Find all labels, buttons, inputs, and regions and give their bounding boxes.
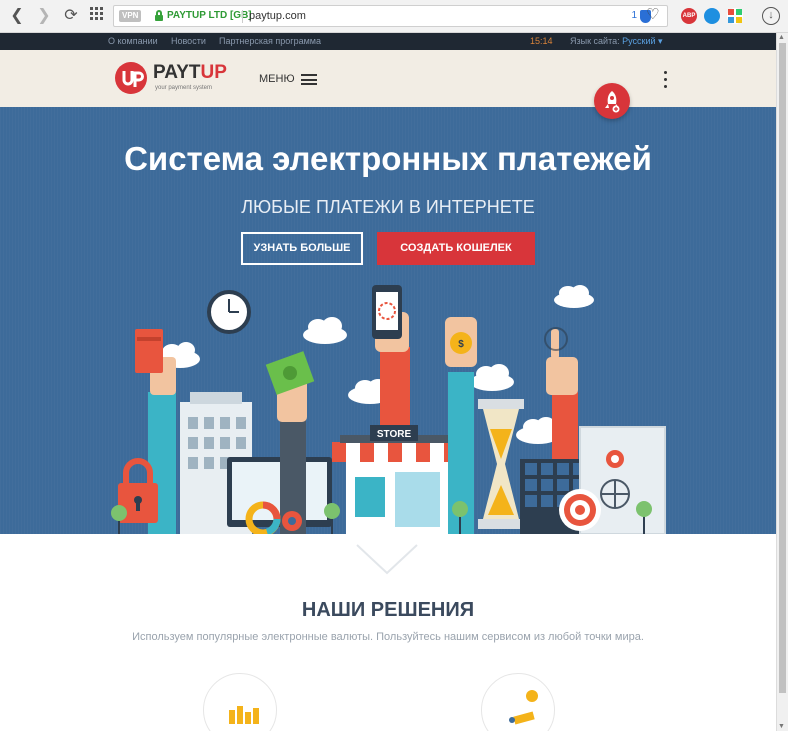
url-text[interactable]: paytup.com: [249, 9, 306, 23]
topbar-link-about[interactable]: О компании: [108, 36, 158, 47]
store-sign: STORE: [377, 429, 412, 440]
solutions-title: НАШИ РЕШЕНИЯ: [301, 599, 475, 621]
hero-subtitle: ЛЮБЫЕ ПЛАТЕЖИ В ИНТЕРНЕТЕ: [241, 197, 535, 217]
back-icon[interactable]: ❮: [8, 7, 26, 25]
topbar-clock: 15:14: [530, 36, 553, 46]
store-building: STORE: [332, 425, 466, 534]
scrollbar-thumb[interactable]: [779, 43, 786, 693]
extension-badge-count: 1: [631, 10, 637, 21]
coin-exchange-icon: [509, 690, 538, 725]
more-options-icon[interactable]: [663, 71, 668, 88]
paytup-logo-icon[interactable]: [115, 62, 147, 94]
download-icon[interactable]: ↓: [762, 7, 780, 25]
cloud-icon: [470, 364, 514, 391]
solutions-description: Используем популярные электронные валюты…: [132, 631, 644, 643]
address-separator: [242, 10, 243, 23]
scroll-down-arrow-icon[interactable]: [355, 543, 419, 575]
learn-more-button[interactable]: УЗНАТЬ БОЛЬШЕ: [241, 232, 363, 265]
language-selector[interactable]: Язык сайта: Русский ▾: [570, 36, 663, 47]
topbar-link-partners[interactable]: Партнерская программа: [219, 36, 321, 47]
forward-icon[interactable]: ❯: [35, 7, 53, 25]
language-value[interactable]: Русский: [622, 36, 655, 46]
bookmark-heart-icon[interactable]: ♡: [646, 6, 659, 24]
chevron-down-icon[interactable]: ▾: [658, 36, 663, 46]
scroll-up-icon[interactable]: ▲: [778, 34, 785, 41]
clock-icon: [207, 290, 251, 334]
bar-chart-icon: [229, 706, 259, 724]
adblock-icon[interactable]: ABP: [681, 8, 697, 24]
logo-tagline: your payment system: [155, 85, 213, 91]
certificate-owner[interactable]: PAYTUP LTD [GB]: [167, 9, 252, 23]
logo-pay: PAYT: [153, 62, 201, 83]
hamburger-icon[interactable]: [301, 74, 317, 85]
svg-text:$: $: [458, 339, 464, 350]
solution-card-exchange[interactable]: [481, 673, 555, 731]
solution-card-bars[interactable]: [203, 673, 277, 731]
speed-dial-icon[interactable]: [88, 7, 106, 25]
hero-title: Система электронных платежей: [124, 140, 652, 177]
logo-wordmark[interactable]: PAYTUP: [153, 62, 227, 84]
scroll-down-icon[interactable]: ▼: [778, 723, 785, 730]
cloud-icon: [554, 285, 594, 308]
multicolor-extension-icon[interactable]: [727, 8, 743, 24]
lock-icon[interactable]: [155, 10, 163, 21]
site-topbar: О компании Новости Партнерская программа…: [0, 33, 776, 50]
vpn-badge[interactable]: VPN: [119, 10, 142, 22]
topbar-link-news[interactable]: Новости: [171, 36, 206, 47]
sync-extension-icon[interactable]: [704, 8, 720, 24]
hourglass-icon: [478, 399, 524, 529]
page-scrollbar[interactable]: ▲ ▼: [776, 33, 788, 731]
create-wallet-button[interactable]: СОЗДАТЬ КОШЕЛЕК: [377, 232, 535, 265]
cloud-icon: [303, 317, 347, 344]
reload-icon[interactable]: ⟳: [62, 7, 80, 25]
target-icon: [559, 489, 601, 531]
menu-label[interactable]: МЕНЮ: [259, 72, 295, 86]
address-bar[interactable]: VPN PAYTUP LTD [GB] paytup.com 1: [113, 5, 668, 27]
rocket-button[interactable]: [594, 83, 630, 119]
gear-icon: [282, 511, 302, 531]
logo-up: UP: [200, 62, 227, 83]
browser-toolbar: ❮ ❯ ⟳ VPN PAYTUP LTD [GB] paytup.com 1 ♡…: [0, 0, 788, 33]
language-label: Язык сайта:: [570, 36, 620, 46]
